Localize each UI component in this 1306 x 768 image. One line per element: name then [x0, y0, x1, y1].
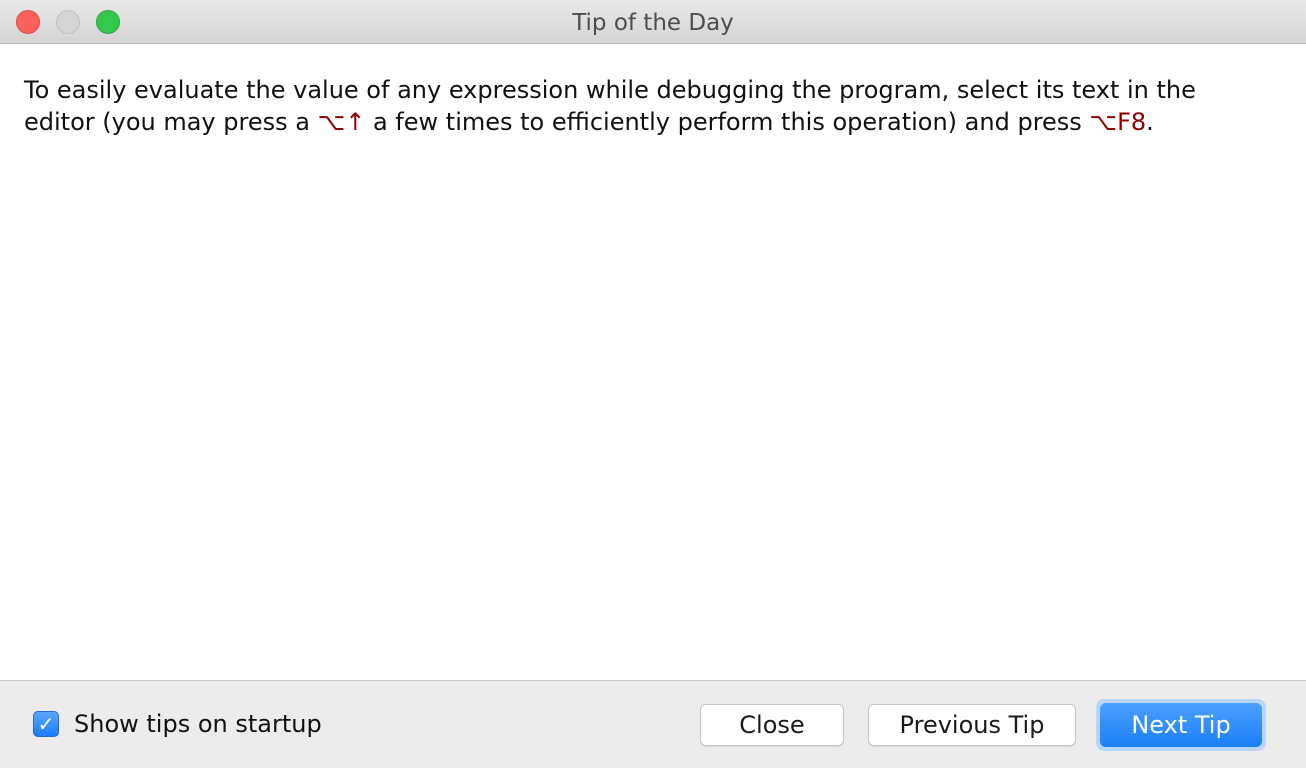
close-button[interactable]: Close	[700, 704, 844, 746]
checkmark-icon: ✓	[37, 712, 55, 736]
previous-tip-button[interactable]: Previous Tip	[868, 704, 1076, 746]
tip-content-area: To easily evaluate the value of any expr…	[0, 44, 1306, 681]
tip-text: To easily evaluate the value of any expr…	[24, 74, 1274, 138]
tip-text-part-2: a few times to efficiently perform this …	[365, 108, 1090, 136]
dialog-footer: ✓ Show tips on startup Close Previous Ti…	[0, 681, 1306, 768]
tip-of-the-day-dialog: Tip of the Day To easily evaluate the va…	[0, 0, 1306, 768]
window-title: Tip of the Day	[572, 10, 734, 36]
next-tip-button[interactable]: Next Tip	[1096, 699, 1266, 751]
title-bar[interactable]: Tip of the Day	[0, 0, 1306, 44]
shortcut-extend-selection: ⌥↑	[317, 108, 366, 136]
shortcut-evaluate-expression: ⌥F8	[1089, 108, 1147, 136]
show-tips-checkbox[interactable]: ✓	[33, 711, 59, 737]
show-tips-label[interactable]: Show tips on startup	[74, 709, 322, 739]
tip-text-part-3: .	[1146, 108, 1154, 136]
next-tip-button-label: Next Tip	[1100, 703, 1262, 747]
